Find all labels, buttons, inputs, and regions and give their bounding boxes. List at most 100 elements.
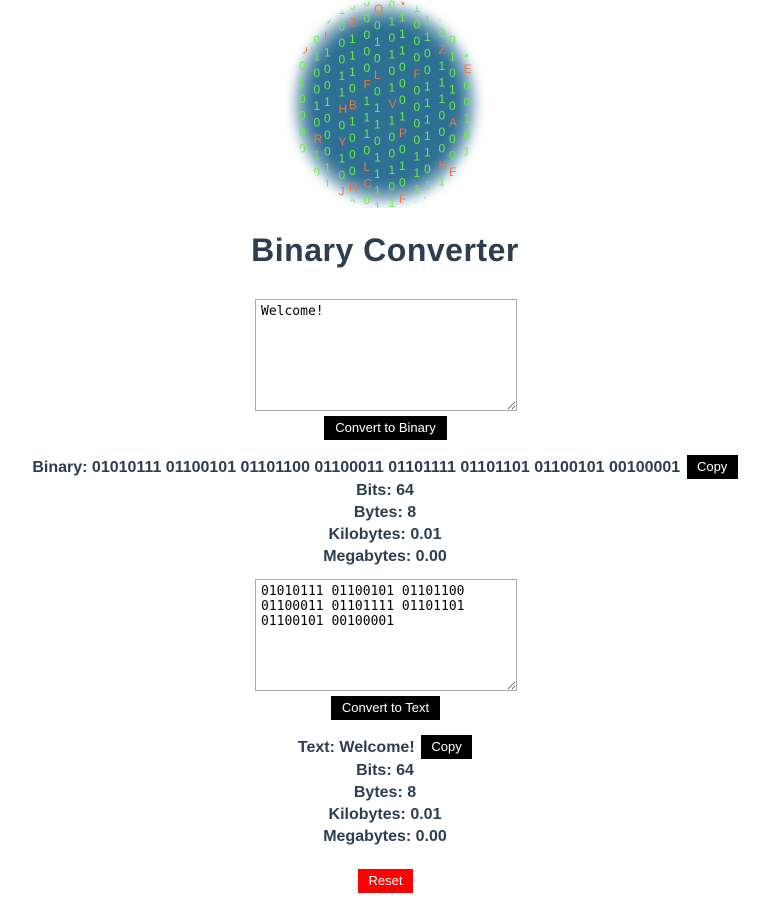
svg-text:1: 1: [439, 76, 446, 90]
svg-text:0: 0: [414, 100, 421, 114]
svg-text:0: 0: [374, 52, 381, 66]
convert-to-text-button[interactable]: Convert to Text: [331, 696, 440, 720]
svg-text:0: 0: [414, 133, 421, 147]
svg-text:1: 1: [449, 198, 456, 208]
svg-text:0: 0: [449, 0, 456, 14]
svg-text:0: 0: [314, 33, 321, 47]
svg-text:0: 0: [399, 143, 406, 157]
svg-text:F: F: [364, 78, 371, 92]
svg-text:0: 0: [464, 79, 471, 93]
svg-text:0: 0: [314, 66, 321, 80]
svg-text:1: 1: [424, 113, 431, 127]
svg-text:0: 0: [399, 176, 406, 190]
svg-text:0: 0: [314, 165, 321, 179]
svg-text:0: 0: [324, 0, 331, 10]
svg-text:1: 1: [399, 44, 406, 58]
binary-kilobytes: Kilobytes: 0.01: [328, 526, 442, 543]
svg-text:Q: Q: [374, 2, 383, 16]
convert-to-binary-button[interactable]: Convert to Binary: [324, 416, 447, 440]
svg-text:1: 1: [424, 146, 431, 160]
svg-text:1: 1: [299, 26, 306, 40]
svg-text:1: 1: [464, 112, 471, 126]
svg-text:0: 0: [299, 125, 306, 139]
text-input[interactable]: [255, 299, 517, 411]
svg-text:0: 0: [389, 0, 396, 12]
svg-text:0: 0: [449, 132, 456, 146]
svg-text:0: 0: [364, 12, 371, 26]
text-bits: Bits: 64: [356, 762, 414, 779]
copy-binary-button[interactable]: Copy: [686, 455, 738, 479]
svg-text:1: 1: [414, 150, 421, 164]
binary-converter-page: 1K1D01000001T01010010R100100I10010001111…: [0, 0, 770, 900]
binary-result-value: 01010111 01100101 01101100 01100011 0110…: [91, 459, 681, 477]
svg-text:0: 0: [424, 47, 431, 61]
svg-text:0: 0: [324, 79, 331, 93]
svg-text:1: 1: [439, 175, 446, 189]
svg-text:1: 1: [424, 14, 431, 28]
svg-text:E: E: [449, 165, 457, 179]
svg-text:0: 0: [414, 51, 421, 65]
svg-text:1: 1: [349, 65, 356, 79]
svg-text:1: 1: [374, 167, 381, 181]
svg-text:0: 0: [299, 59, 306, 73]
svg-text:1: 1: [339, 86, 346, 100]
svg-text:1: 1: [399, 11, 406, 25]
svg-text:1: 1: [424, 179, 431, 193]
svg-text:1: 1: [389, 81, 396, 95]
svg-text:0: 0: [424, 162, 431, 176]
text-kilobytes: Kilobytes: 0.01: [328, 806, 442, 823]
binary-result-row: Binary: 01010111 01100101 01101100 01100…: [0, 455, 770, 482]
svg-text:B: B: [349, 98, 357, 112]
svg-text:1: 1: [374, 184, 381, 198]
svg-text:0: 0: [324, 128, 331, 142]
svg-text:K: K: [464, 194, 472, 208]
svg-text:V: V: [389, 97, 397, 111]
svg-text:1: 1: [339, 69, 346, 83]
svg-text:1: 1: [339, 152, 346, 166]
svg-text:T: T: [299, 191, 307, 205]
svg-text:1: 1: [389, 114, 396, 128]
svg-text:0: 0: [449, 66, 456, 80]
svg-text:1: 1: [464, 13, 471, 27]
svg-text:0: 0: [449, 99, 456, 113]
svg-text:1: 1: [399, 27, 406, 41]
svg-text:0: 0: [339, 53, 346, 67]
svg-text:1: 1: [324, 95, 331, 109]
svg-text:0: 0: [414, 34, 421, 48]
svg-text:1: 1: [364, 111, 371, 125]
svg-text:Z: Z: [349, 16, 356, 30]
svg-text:1: 1: [439, 92, 446, 106]
text-result-value: Welcome!: [339, 739, 415, 757]
svg-text:1: 1: [424, 80, 431, 94]
text-result-label: Text:: [297, 739, 335, 757]
svg-text:0: 0: [389, 64, 396, 78]
svg-text:1: 1: [399, 159, 406, 173]
svg-text:0: 0: [349, 197, 356, 208]
binary-globe-icon: 1K1D01000001T01010010R100100I10010001111…: [285, 0, 485, 208]
svg-text:0: 0: [439, 109, 446, 123]
svg-text:1: 1: [439, 10, 446, 24]
svg-text:0: 0: [374, 134, 381, 148]
svg-text:1: 1: [449, 83, 456, 97]
svg-text:0: 0: [449, 17, 456, 31]
svg-text:1: 1: [314, 99, 321, 113]
svg-text:L: L: [374, 68, 381, 82]
binary-bits: Bits: 64: [356, 482, 414, 499]
svg-text:0: 0: [364, 45, 371, 59]
svg-text:V: V: [399, 0, 407, 8]
binary-input[interactable]: [255, 579, 517, 691]
svg-text:P: P: [399, 126, 407, 140]
svg-text:0: 0: [364, 61, 371, 75]
svg-text:1: 1: [349, 49, 356, 63]
svg-text:1: 1: [439, 0, 446, 7]
svg-text:0: 0: [389, 180, 396, 194]
copy-text-button[interactable]: Copy: [421, 735, 473, 759]
svg-text:H: H: [349, 181, 358, 195]
svg-text:0: 0: [339, 20, 346, 34]
svg-text:0: 0: [374, 85, 381, 99]
svg-text:1: 1: [364, 127, 371, 141]
svg-text:0: 0: [449, 149, 456, 163]
svg-text:0: 0: [339, 168, 346, 182]
reset-button[interactable]: Reset: [358, 869, 413, 893]
svg-text:1: 1: [299, 76, 306, 90]
